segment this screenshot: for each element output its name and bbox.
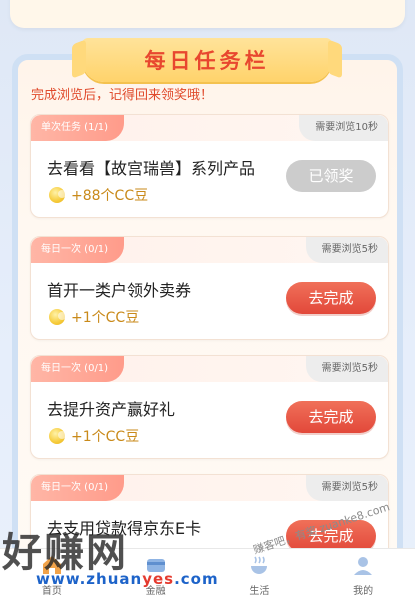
cc-bean-icon — [49, 428, 66, 444]
task-title: 去提升资产赢好礼 — [47, 400, 176, 419]
complete-task-button[interactable]: 去完成 — [286, 401, 376, 433]
cc-bean-icon — [49, 309, 66, 325]
task-reward: +88个CC豆 — [49, 185, 148, 205]
task-card: 每日一次 (0/1) 需要浏览5秒 首开一类户领外卖券 +1个CC豆 去完成 — [30, 236, 389, 340]
task-frequency-tag: 单次任务 (1/1) — [31, 115, 125, 141]
watermark-url-tail: .com — [174, 570, 219, 588]
task-banner: 每日任务栏 — [82, 38, 332, 82]
task-reward: +1个CC豆 — [49, 307, 139, 327]
complete-task-button[interactable]: 去完成 — [286, 282, 376, 314]
task-card-header: 单次任务 (1/1) 需要浏览10秒 — [31, 115, 388, 141]
tab-profile[interactable]: 我的 — [311, 549, 415, 603]
task-requirement: 需要浏览5秒 — [305, 356, 388, 382]
claimed-button[interactable]: 已领奖 — [286, 160, 376, 192]
task-card-header: 每日一次 (0/1) 需要浏览5秒 — [31, 237, 388, 263]
cc-bean-icon — [49, 187, 66, 203]
tab-label: 生活 — [249, 586, 270, 597]
task-reward-text: +1个CC豆 — [71, 310, 140, 326]
task-frequency-tag: 每日一次 (0/1) — [31, 237, 125, 263]
watermark-url-main: www.zhuan — [36, 570, 143, 588]
banner-title: 每日任务栏 — [144, 49, 270, 73]
task-requirement: 需要浏览5秒 — [305, 237, 388, 263]
task-card-header: 每日一次 (0/1) 需要浏览5秒 — [31, 475, 388, 501]
tab-label: 我的 — [353, 586, 374, 597]
task-reward-text: +1个CC豆 — [71, 429, 140, 445]
task-card: 单次任务 (1/1) 需要浏览10秒 去看看【故宫瑞兽】系列产品 +88个CC豆… — [30, 114, 389, 218]
task-requirement: 需要浏览5秒 — [305, 475, 388, 501]
task-frequency-tag: 每日一次 (0/1) — [31, 475, 125, 501]
profile-icon — [350, 552, 376, 578]
task-title: 去看看【故宫瑞兽】系列产品 — [47, 159, 256, 178]
tab-life[interactable]: 生活 — [208, 549, 312, 603]
watermark-url-accent: yes — [142, 570, 175, 588]
task-reward: +1个CC豆 — [49, 426, 139, 446]
watermark-url: www.zhuanyes.com — [36, 570, 219, 588]
task-reward-text: +88个CC豆 — [71, 188, 149, 204]
task-card: 每日一次 (0/1) 需要浏览5秒 去提升资产赢好礼 +1个CC豆 去完成 — [30, 355, 389, 459]
top-card-strip — [10, 0, 405, 28]
task-title: 首开一类户领外卖券 — [47, 281, 192, 300]
panel-subtitle: 完成浏览后，记得回来领奖哦！ — [31, 88, 214, 103]
task-card-header: 每日一次 (0/1) 需要浏览5秒 — [31, 356, 388, 382]
task-frequency-tag: 每日一次 (0/1) — [31, 356, 125, 382]
task-requirement: 需要浏览10秒 — [299, 115, 388, 141]
